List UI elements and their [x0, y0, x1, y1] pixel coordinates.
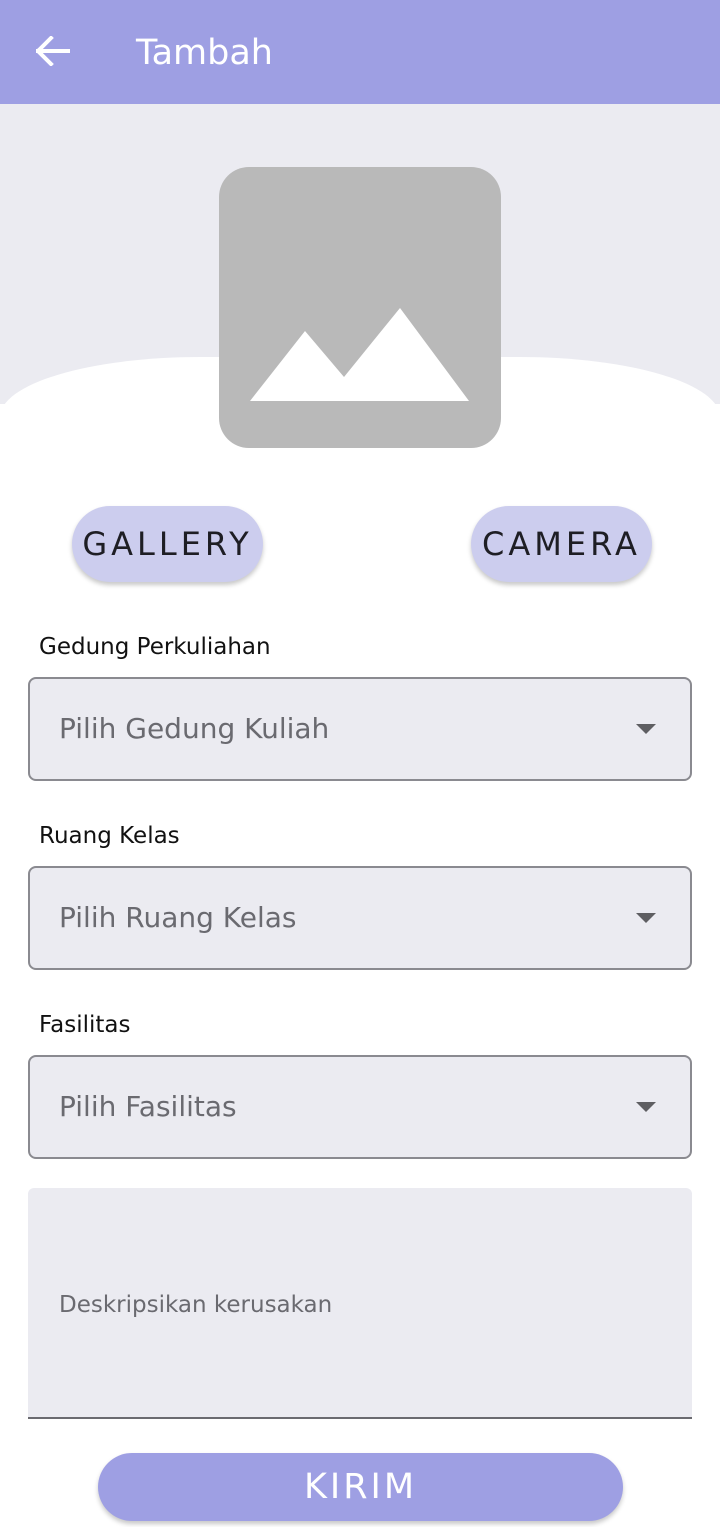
room-dropdown-value: Pilih Ruang Kelas: [59, 901, 297, 934]
building-dropdown[interactable]: Pilih Gedung Kuliah: [28, 677, 692, 781]
description-placeholder: Deskripsikan kerusakan: [59, 1292, 333, 1318]
facility-dropdown-value: Pilih Fasilitas: [59, 1090, 237, 1123]
image-preview[interactable]: [219, 167, 501, 448]
submit-button[interactable]: KIRIM: [98, 1453, 623, 1521]
room-label: Ruang Kelas: [39, 823, 180, 849]
building-dropdown-value: Pilih Gedung Kuliah: [59, 712, 330, 745]
arrow-left-icon: [36, 36, 70, 66]
camera-button[interactable]: CAMERA: [471, 506, 652, 582]
page-title: Tambah: [136, 33, 273, 73]
facility-dropdown[interactable]: Pilih Fasilitas: [28, 1055, 692, 1159]
dropdown-arrow-icon: [636, 913, 656, 923]
gallery-button[interactable]: GALLERY: [72, 506, 263, 582]
description-field[interactable]: Deskripsikan kerusakan: [28, 1188, 692, 1419]
image-placeholder-icon: [250, 308, 469, 401]
app-bar: Tambah: [0, 0, 720, 104]
dropdown-arrow-icon: [636, 1102, 656, 1112]
building-label: Gedung Perkuliahan: [39, 634, 271, 660]
dropdown-arrow-icon: [636, 724, 656, 734]
room-dropdown[interactable]: Pilih Ruang Kelas: [28, 866, 692, 970]
back-button[interactable]: [30, 28, 76, 74]
facility-label: Fasilitas: [39, 1012, 131, 1038]
